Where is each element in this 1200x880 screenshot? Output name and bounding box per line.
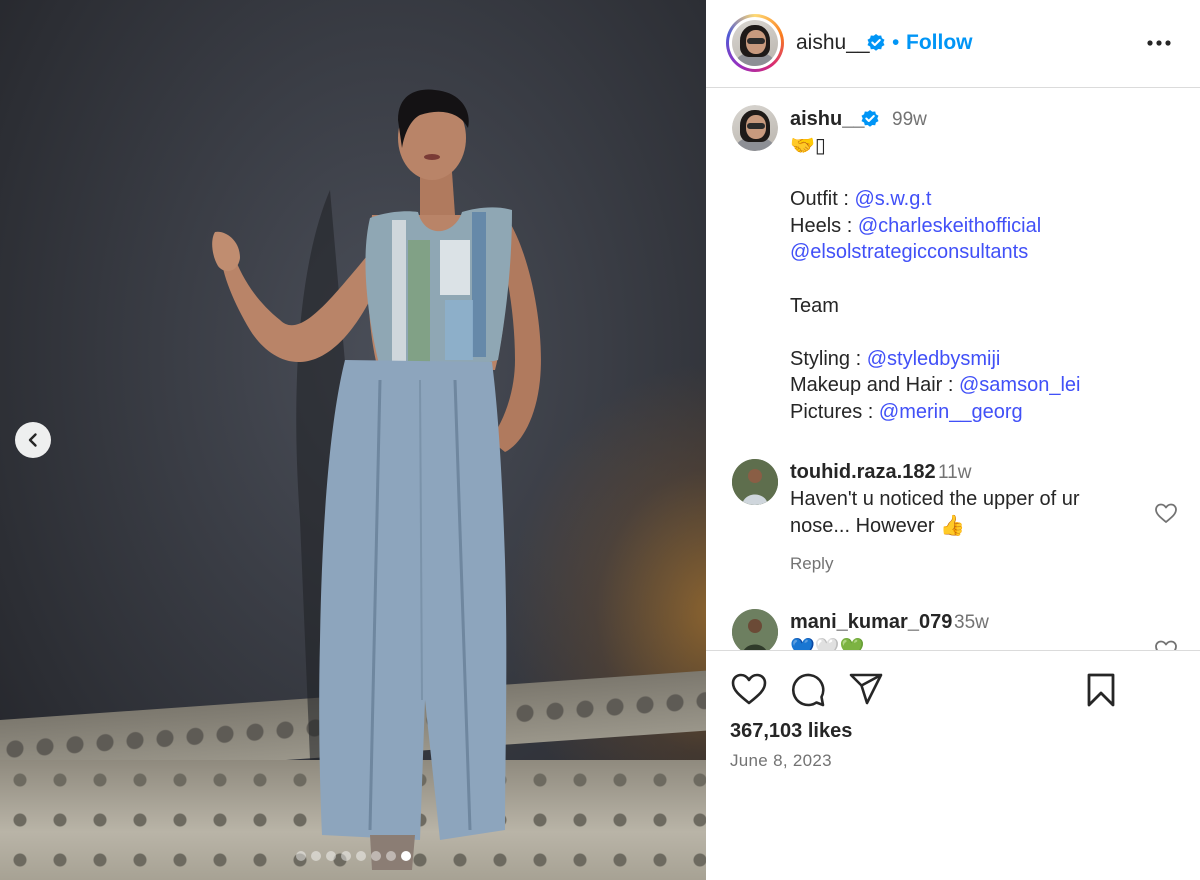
comment-bubble-icon[interactable] (790, 672, 826, 708)
likes-count[interactable]: 367,103 likes (730, 720, 852, 743)
carousel-dot (371, 851, 381, 861)
caption-text: 🤝▯ Outfit : @s.w.g.t Heels : @charleskei… (790, 133, 1170, 426)
save-bookmark-icon[interactable] (1086, 672, 1116, 708)
avatar (732, 20, 778, 66)
caption-heels-line: Heels : @charleskeithofficial (790, 214, 1042, 237)
author-username[interactable]: aishu__ (796, 31, 870, 55)
comment-like-heart-icon[interactable] (1154, 639, 1178, 651)
caption-emoji-line: 🤝▯ (790, 135, 826, 157)
caption-pictures-line: Pictures : @merin__georg (790, 400, 1023, 423)
chevron-left-icon (28, 433, 37, 447)
story-ring-avatar[interactable] (726, 14, 784, 72)
caption-styling-line: Styling : @styledbysmiji (790, 347, 1001, 370)
caption-username[interactable]: aishu__ (790, 108, 864, 131)
reply-button[interactable]: Reply (790, 554, 833, 574)
mention-link[interactable]: @merin__georg (879, 401, 1023, 423)
comment-text: 💙🤍💚 (790, 638, 865, 651)
verified-badge-icon (867, 34, 885, 51)
carousel-dot (341, 851, 351, 861)
more-options-icon[interactable] (1146, 36, 1172, 50)
carousel-dot (311, 851, 321, 861)
post-media[interactable] (0, 0, 706, 880)
comment-like-heart-icon[interactable] (1154, 502, 1178, 524)
mention-link[interactable]: @styledbysmiji (867, 348, 1001, 370)
carousel-dot (386, 851, 396, 861)
comment-avatar[interactable] (732, 459, 778, 505)
comment-username[interactable]: mani_kumar_079 (790, 611, 952, 634)
caption-team-line: Team (790, 294, 839, 317)
post-date[interactable]: June 8, 2023 (730, 751, 832, 771)
mention-link[interactable]: @elsolstrategicconsultants (790, 241, 1028, 263)
like-heart-icon[interactable] (730, 672, 768, 706)
comment-timestamp[interactable]: 35w (954, 612, 989, 634)
carousel-dot (326, 851, 336, 861)
verified-badge-icon (861, 110, 879, 127)
caption-author-avatar[interactable] (732, 105, 778, 151)
mention-link[interactable]: @charleskeithofficial (858, 215, 1041, 237)
comment-avatar[interactable] (732, 609, 778, 650)
comments-scroll-area[interactable]: aishu__ 99w 🤝▯ Outfit : @s.w.g.t Heels :… (706, 89, 1200, 651)
carousel-indicator (296, 851, 411, 861)
mention-link[interactable]: @s.w.g.t (854, 188, 931, 210)
caption-outfit-line: Outfit : @s.w.g.t (790, 188, 932, 211)
comment-timestamp[interactable]: 11w (938, 462, 971, 484)
mention-link[interactable]: @samson_lei (959, 374, 1080, 396)
caption-makeup-line: Makeup and Hair : @samson_lei (790, 374, 1081, 397)
carousel-dot (296, 851, 306, 861)
caption-timestamp[interactable]: 99w (892, 109, 927, 131)
carousel-prev-button[interactable] (15, 422, 51, 458)
separator-dot: • (892, 31, 900, 54)
caption-extra-line: @elsolstrategicconsultants (790, 239, 1170, 266)
carousel-dot (356, 851, 366, 861)
model-photo (212, 89, 541, 870)
carousel-dot-active (401, 851, 411, 861)
share-send-icon[interactable] (848, 672, 884, 706)
post-header: aishu__ • Follow (706, 0, 1200, 88)
comment-username[interactable]: touhid.raza.182 (790, 461, 936, 484)
post-side-panel: aishu__ • Follow aishu__ 99w 🤝▯ Outfit:… (706, 0, 1200, 880)
follow-button[interactable]: Follow (906, 31, 973, 55)
comment-text: Haven't u noticed the upper of ur nose..… (790, 488, 1080, 537)
